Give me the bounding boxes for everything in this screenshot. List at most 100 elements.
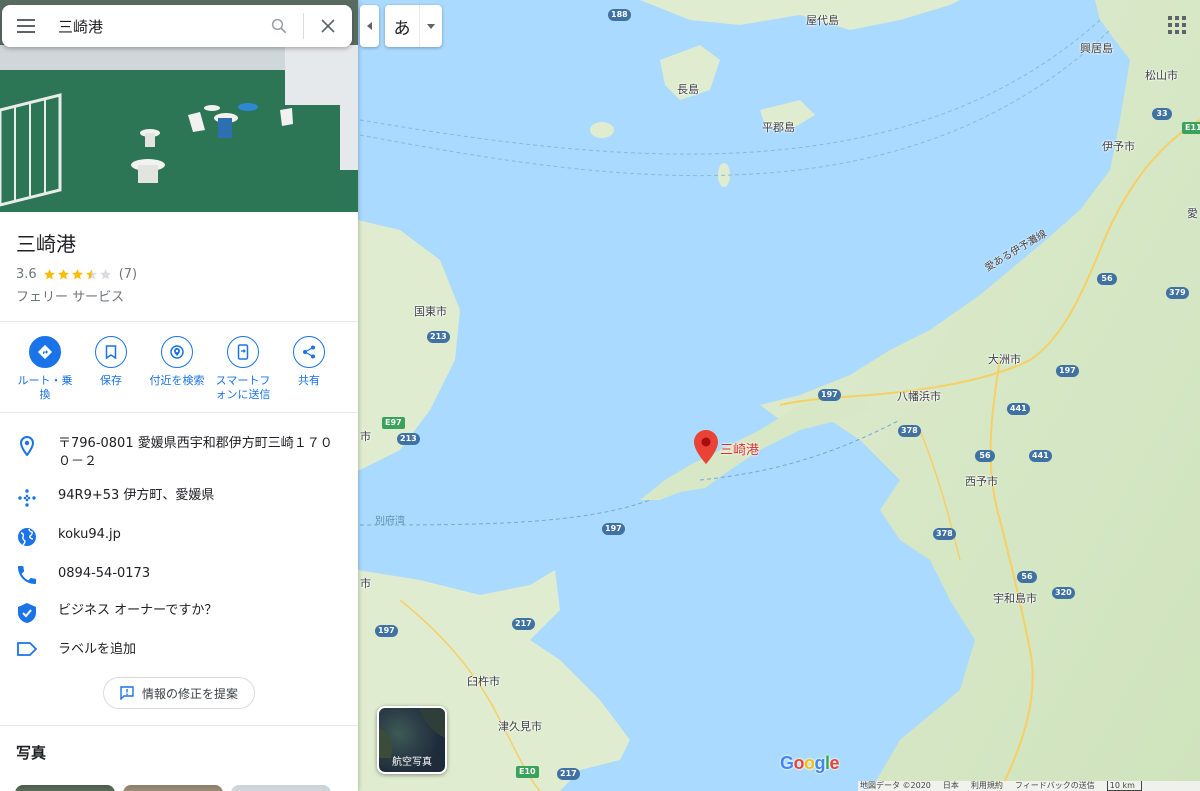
plus-code-row[interactable]: 94R9+53 伊方町、愛媛県 [0,487,358,508]
claim-business-row[interactable]: ビジネス オーナーですか？ [0,602,358,623]
satellite-toggle[interactable]: 航空写真 [377,706,447,774]
road-shield: E10 [516,766,539,778]
caret-left-icon [366,22,372,30]
globe-icon [18,528,36,546]
place-title: 三崎港 [16,232,76,256]
verified-shield-icon [18,603,36,623]
logo-letter: o [804,753,815,773]
input-tool-char: あ [393,18,411,39]
map-place-label[interactable]: 屋代島 [806,12,839,28]
country-label[interactable]: 日本 [943,781,959,791]
map-place-label[interactable]: 国東市 [414,303,447,319]
rating-value: 3.6 [16,267,37,282]
website-link[interactable]: koku94.jp [58,526,121,544]
map-place-label[interactable]: 興居島 [1080,40,1113,56]
logo-letter: o [793,753,805,773]
nearby-icon [170,345,184,359]
photo-strip [15,785,358,791]
phone-icon [18,566,36,584]
map-place-label[interactable]: 伊予市 [1102,138,1135,154]
road-shield: 217 [512,618,535,630]
map-place-label[interactable]: 大洲市 [988,351,1021,367]
input-tools-dropdown[interactable] [420,23,442,29]
plus-code-icon [18,489,36,507]
suggest-edit-button[interactable]: 情報の修正を提案 [103,677,255,709]
road-shield: 213 [427,331,450,343]
road-shield: 320 [1052,587,1075,599]
action-label: スマートフォンに送信 [215,374,271,401]
road-shield: 378 [933,528,956,540]
road-shield: 56 [975,450,995,462]
menu-button[interactable] [2,5,50,47]
apps-grid-button[interactable] [1164,12,1190,38]
action-bar: ルート・乗換 保存 付近を検索 スマートフォンに送信 共有 [0,322,358,412]
action-label: 保存 [100,374,122,387]
photos-heading: 写真 [16,744,47,762]
road-shield: 213 [397,433,420,445]
send-feedback-link[interactable]: フィードバックの送信 [1015,781,1095,791]
directions-icon [37,344,53,360]
share-icon [303,345,315,359]
label-icon [17,642,37,656]
photo-thumbnail[interactable] [123,785,223,791]
clear-search-button[interactable] [304,5,352,47]
map-place-label[interactable]: 津久見市 [498,718,542,734]
satellite-label: 航空写真 [392,757,432,768]
scale-bar[interactable]: 10 km [1106,781,1142,791]
map-place-label[interactable]: 西予市 [965,473,998,489]
map-place-label[interactable]: 長島 [677,81,699,97]
apps-grid-icon [1168,16,1172,20]
location-pin-icon [20,436,34,456]
photo-thumbnail[interactable] [15,785,115,791]
add-label-row[interactable]: ラベルを追加 [0,641,358,659]
review-count[interactable]: (7) [119,267,137,282]
place-pin-icon[interactable] [694,430,718,468]
caret-down-icon [427,23,435,29]
search-button[interactable] [255,5,303,47]
search-nearby-button[interactable]: 付近を検索 [144,336,210,412]
map-place-label[interactable]: 愛 [1187,205,1198,221]
pin-label[interactable]: 三崎港 [720,439,759,458]
google-logo: Google [780,753,840,774]
road-shield: 441 [1029,450,1052,462]
collapse-panel-button[interactable] [360,5,379,47]
road-shield: 197 [818,389,841,401]
map-place-label[interactable]: 松山市 [1145,67,1178,83]
map-place-label[interactable]: 平郡島 [762,119,795,135]
phone-number[interactable]: 0894-54-0173 [58,565,150,583]
add-label-text: ラベルを追加 [58,642,137,657]
directions-button[interactable]: ルート・乗換 [12,336,78,412]
rating-row[interactable]: 3.6 (7) [16,267,358,282]
plus-code-text: 94R9+53 伊方町、愛媛県 [58,488,215,503]
road-shield: 379 [1166,287,1189,299]
save-button[interactable]: 保存 [78,336,144,412]
rating-stars [43,268,113,281]
map-sea-label: 別府湾 [375,516,405,527]
website-row[interactable]: koku94.jp [0,526,358,547]
address-row[interactable]: 〒796-0801 愛媛県西宇和郡伊方町三崎１７００－２ [0,435,358,471]
photo-thumbnail[interactable] [231,785,331,791]
map-place-label[interactable]: 宇和島市 [993,590,1037,606]
map-place-label[interactable]: 市 [360,428,371,444]
phone-row[interactable]: 0894-54-0173 [0,565,358,584]
map-data-attribution[interactable]: 地図データ ©2020 [860,781,931,791]
map-place-label[interactable]: 八幡浜市 [897,388,941,404]
search-input[interactable] [50,6,255,46]
place-category[interactable]: フェリー サービス [16,286,358,305]
share-button[interactable]: 共有 [276,336,342,412]
send-to-phone-button[interactable]: スマートフォンに送信 [210,336,276,412]
action-label: ルート・乗換 [17,374,73,401]
star-icon [85,269,97,280]
input-tools-button[interactable]: あ [385,5,442,47]
map-place-label[interactable]: 市 [360,575,371,591]
terms-link[interactable]: 利用規約 [971,781,1003,791]
star-icon [43,269,55,280]
star-icon [99,269,111,280]
menu-icon [17,19,35,33]
search-icon [271,18,287,34]
logo-letter: e [829,753,840,773]
place-panel: 三崎港 3.6 (7) フェリー サービス ルート・乗換 保存 付近を検索 スマ… [0,0,358,791]
map-place-label[interactable]: 臼杵市 [467,673,500,689]
map-footer: 地図データ ©2020 日本 利用規約 フィードバックの送信 10 km [858,781,1200,791]
search-box [2,5,352,47]
